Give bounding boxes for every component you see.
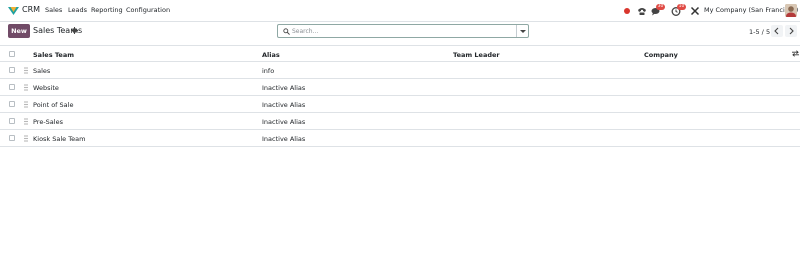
pager-next-button[interactable] <box>785 25 797 37</box>
table-row[interactable]: Website Inactive Alias <box>0 79 800 96</box>
menu-configuration[interactable]: Configuration <box>126 6 170 14</box>
search-input[interactable] <box>292 26 512 36</box>
phone-icon[interactable] <box>637 6 647 16</box>
search-icon <box>283 28 290 35</box>
table-row[interactable]: Kiosk Sale Team Inactive Alias <box>0 130 800 147</box>
search-options-toggle[interactable] <box>516 25 528 37</box>
chevron-left-icon <box>774 27 779 35</box>
chevron-right-icon <box>789 27 794 35</box>
search-bar <box>277 24 529 38</box>
app-name[interactable]: CRM <box>22 5 40 14</box>
select-all-checkbox[interactable] <box>9 51 15 57</box>
tools-icon[interactable] <box>690 6 700 16</box>
table-row[interactable]: Sales info <box>0 62 800 79</box>
new-button[interactable]: New <box>8 24 30 38</box>
drag-handle-icon[interactable] <box>24 84 28 91</box>
column-header-sales-team[interactable]: Sales Team <box>33 51 74 59</box>
cell-alias: info <box>262 67 275 75</box>
cell-sales-team: Sales <box>33 67 51 75</box>
activity-badge: 10 <box>677 4 686 10</box>
table-row[interactable]: Pre-Sales Inactive Alias <box>0 113 800 130</box>
cell-sales-team: Point of Sale <box>33 101 74 109</box>
crm-logo-icon[interactable] <box>8 6 19 16</box>
drag-handle-icon[interactable] <box>24 67 28 74</box>
row-checkbox[interactable] <box>9 135 15 141</box>
menu-reporting[interactable]: Reporting <box>91 6 123 14</box>
column-header-team-leader[interactable]: Team Leader <box>453 51 500 59</box>
table-row[interactable]: Point of Sale Inactive Alias <box>0 96 800 113</box>
drag-handle-icon[interactable] <box>24 101 28 108</box>
menu-sales[interactable]: Sales <box>45 6 62 14</box>
row-checkbox[interactable] <box>9 101 15 107</box>
row-checkbox[interactable] <box>9 118 15 124</box>
cell-sales-team: Pre-Sales <box>33 118 63 126</box>
menu-leads[interactable]: Leads <box>68 6 87 14</box>
column-header-company[interactable]: Company <box>644 51 678 59</box>
table-header: Sales Team Alias Team Leader Company <box>0 45 800 62</box>
drag-handle-icon[interactable] <box>24 118 28 125</box>
row-checkbox[interactable] <box>9 67 15 73</box>
pager-previous-button[interactable] <box>771 25 783 37</box>
cell-alias: Inactive Alias <box>262 118 306 126</box>
messages-badge: 30 <box>656 4 665 10</box>
optional-columns-icon[interactable] <box>792 50 799 57</box>
pager-value[interactable]: 1-5 / 5 <box>749 28 770 36</box>
cell-sales-team: Kiosk Sale Team <box>33 135 86 143</box>
recording-dot-icon[interactable] <box>624 8 630 14</box>
row-checkbox[interactable] <box>9 84 15 90</box>
cell-alias: Inactive Alias <box>262 135 306 143</box>
top-navbar: CRM Sales Leads Reporting Configuration … <box>0 0 800 22</box>
cell-alias: Inactive Alias <box>262 101 306 109</box>
drag-handle-icon[interactable] <box>24 135 28 142</box>
gear-icon[interactable] <box>71 27 78 34</box>
cell-sales-team: Website <box>33 84 59 92</box>
user-avatar[interactable] <box>785 4 797 17</box>
column-header-alias[interactable]: Alias <box>262 51 280 59</box>
cell-alias: Inactive Alias <box>262 84 306 92</box>
